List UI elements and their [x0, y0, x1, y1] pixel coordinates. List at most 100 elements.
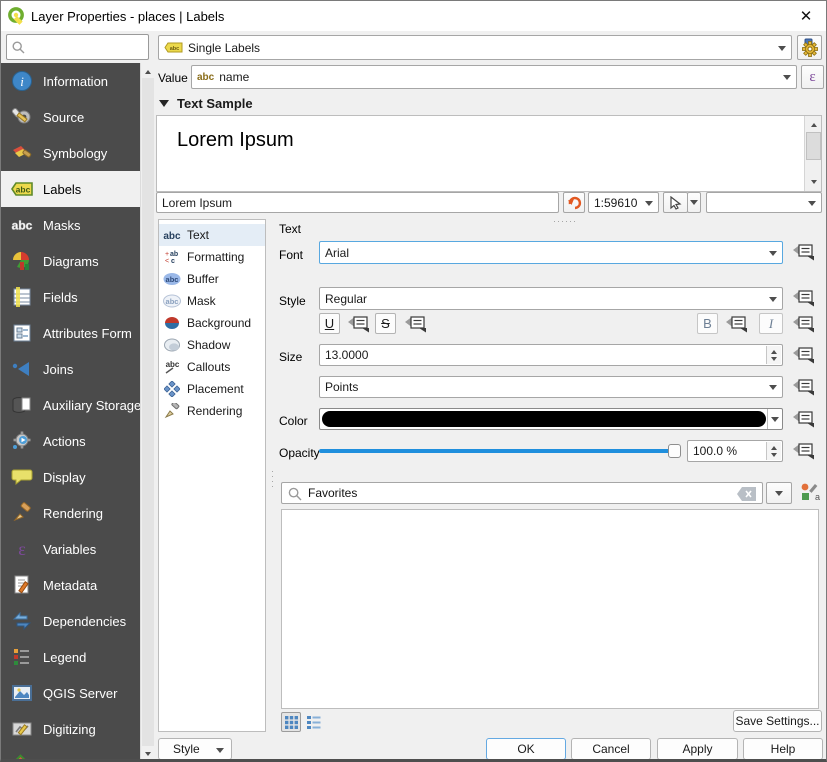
bold-override-button[interactable] [724, 313, 750, 335]
color-override-button[interactable] [791, 408, 817, 430]
sample-text-input[interactable]: Lorem Ipsum [156, 192, 559, 213]
opacity-slider-handle[interactable] [668, 444, 681, 458]
style-override-button[interactable] [791, 287, 817, 309]
data-defined-override-icon [792, 345, 816, 365]
tab-mask[interactable]: abc Mask [159, 290, 265, 312]
sidebar-item-symbology[interactable]: Symbology [1, 135, 140, 171]
tab-buffer[interactable]: abc Buffer [159, 268, 265, 290]
sidebar-item-3d-view[interactable]: 3D View [1, 747, 140, 762]
display-icon [10, 465, 34, 489]
sidebar-item-rendering[interactable]: Rendering [1, 495, 140, 531]
italic-override-button[interactable] [791, 313, 817, 335]
auto-placement-settings-button[interactable] [797, 35, 822, 60]
save-settings-button[interactable]: Save Settings... [733, 710, 822, 732]
style-presets-list[interactable] [281, 509, 819, 709]
search-input[interactable] [31, 37, 143, 57]
sidebar-item-metadata[interactable]: Metadata [1, 567, 140, 603]
sidebar-item-labels[interactable]: abc Labels [1, 171, 140, 207]
tab-callouts[interactable]: abc Callouts [159, 356, 265, 378]
expression-builder-button[interactable]: ε [801, 65, 824, 89]
size-units-combo[interactable]: Points [319, 376, 783, 398]
underline-override-button[interactable] [346, 313, 372, 335]
underline-button[interactable]: U [319, 313, 340, 334]
text-sample-header[interactable]: Text Sample [159, 95, 253, 112]
units-override-button[interactable] [791, 376, 817, 398]
color-dropdown[interactable] [767, 409, 782, 429]
close-icon[interactable]: ✕ [796, 6, 816, 26]
list-view-button[interactable] [304, 712, 324, 732]
style-menu-button[interactable]: Style [158, 738, 232, 760]
color-button[interactable] [319, 408, 783, 430]
scroll-up-icon[interactable] [141, 63, 155, 78]
sidebar-item-masks[interactable]: abc Masks [1, 207, 140, 243]
clear-filter-icon[interactable] [737, 487, 756, 504]
splitter-handle-vertical[interactable]: ···· [271, 469, 274, 489]
symbology-icon [10, 141, 34, 165]
help-button[interactable]: Help [743, 738, 823, 760]
cancel-button[interactable]: Cancel [571, 738, 651, 760]
style-filter-input[interactable] [308, 485, 708, 501]
sidebar-item-information[interactable]: i Information [1, 63, 140, 99]
apply-button[interactable]: Apply [657, 738, 738, 760]
scale-combo[interactable]: 1:59610 [588, 192, 659, 213]
preview-background-combo[interactable] [706, 192, 822, 213]
font-override-button[interactable] [791, 241, 817, 263]
actions-icon [10, 429, 34, 453]
spinner-arrows[interactable] [766, 442, 781, 460]
tab-text[interactable]: abc Text [159, 224, 265, 246]
sidebar-item-attributes-form[interactable]: Attributes Form [1, 315, 140, 351]
sidebar-item-dependencies[interactable]: Dependencies [1, 603, 140, 639]
cursor-icon [669, 196, 682, 210]
preview-scroll-thumb[interactable] [806, 132, 821, 160]
sidebar-item-source[interactable]: Source [1, 99, 140, 135]
preview-scrollbar[interactable] [804, 116, 821, 191]
size-spinbox[interactable]: 13.0000 [319, 344, 783, 366]
opacity-slider[interactable] [319, 449, 679, 453]
svg-text:abc: abc [16, 185, 31, 195]
sidebar-item-actions[interactable]: Actions [1, 423, 140, 459]
sidebar-item-digitizing[interactable]: Digitizing [1, 711, 140, 747]
sidebar-item-qgis-server[interactable]: QGIS Server [1, 675, 140, 711]
labeling-mode-combo[interactable]: abc Single Labels [158, 35, 792, 60]
ok-button[interactable]: OK [486, 738, 566, 760]
sidebar-item-fields[interactable]: Fields [1, 279, 140, 315]
size-override-button[interactable] [791, 344, 817, 366]
sidebar-scrollbar[interactable] [140, 63, 154, 762]
tab-background[interactable]: Background [159, 312, 265, 334]
tab-formatting[interactable]: +ab<c Formatting [159, 246, 265, 268]
sidebar-item-joins[interactable]: Joins [1, 351, 140, 387]
chevron-down-icon [775, 491, 783, 500]
tab-shadow[interactable]: Shadow [159, 334, 265, 356]
chevron-down-icon [216, 748, 224, 757]
sidebar-item-auxiliary-storage[interactable]: Auxiliary Storage [1, 387, 140, 423]
spinner-arrows[interactable] [766, 346, 781, 364]
filter-dropdown-button[interactable] [766, 482, 792, 504]
map-scale-tool-button[interactable] [663, 192, 688, 213]
sidebar-scroll-thumb[interactable] [142, 78, 154, 746]
style-manager-icon: a [800, 482, 820, 502]
strikethrough-button[interactable]: S [375, 313, 396, 334]
svg-text:abc: abc [166, 360, 180, 369]
scroll-up-icon[interactable] [805, 116, 822, 131]
scroll-down-icon[interactable] [805, 176, 822, 191]
opacity-override-button[interactable] [791, 440, 817, 462]
style-combo[interactable]: Regular [319, 287, 783, 310]
opacity-spinbox[interactable]: 100.0 % [687, 440, 783, 462]
sidebar-item-display[interactable]: Display [1, 459, 140, 495]
sidebar-item-diagrams[interactable]: Diagrams [1, 243, 140, 279]
value-field-combo[interactable]: abc name [191, 65, 797, 89]
icon-view-button[interactable] [281, 712, 301, 732]
italic-button[interactable]: I [759, 313, 783, 334]
tab-rendering[interactable]: Rendering [159, 400, 265, 422]
map-scale-tool-dropdown[interactable] [687, 192, 701, 213]
splitter-handle[interactable]: ······ [553, 216, 577, 226]
sidebar-item-legend[interactable]: Legend [1, 639, 140, 675]
scroll-down-icon[interactable] [141, 748, 155, 762]
tab-placement[interactable]: Placement [159, 378, 265, 400]
reset-sample-button[interactable] [563, 192, 585, 213]
sidebar-item-variables[interactable]: ε Variables [1, 531, 140, 567]
style-manager-button[interactable]: a [798, 480, 822, 504]
bold-button[interactable]: B [697, 313, 718, 334]
font-combo[interactable]: Arial [319, 241, 783, 264]
strikethrough-override-button[interactable] [403, 313, 429, 335]
